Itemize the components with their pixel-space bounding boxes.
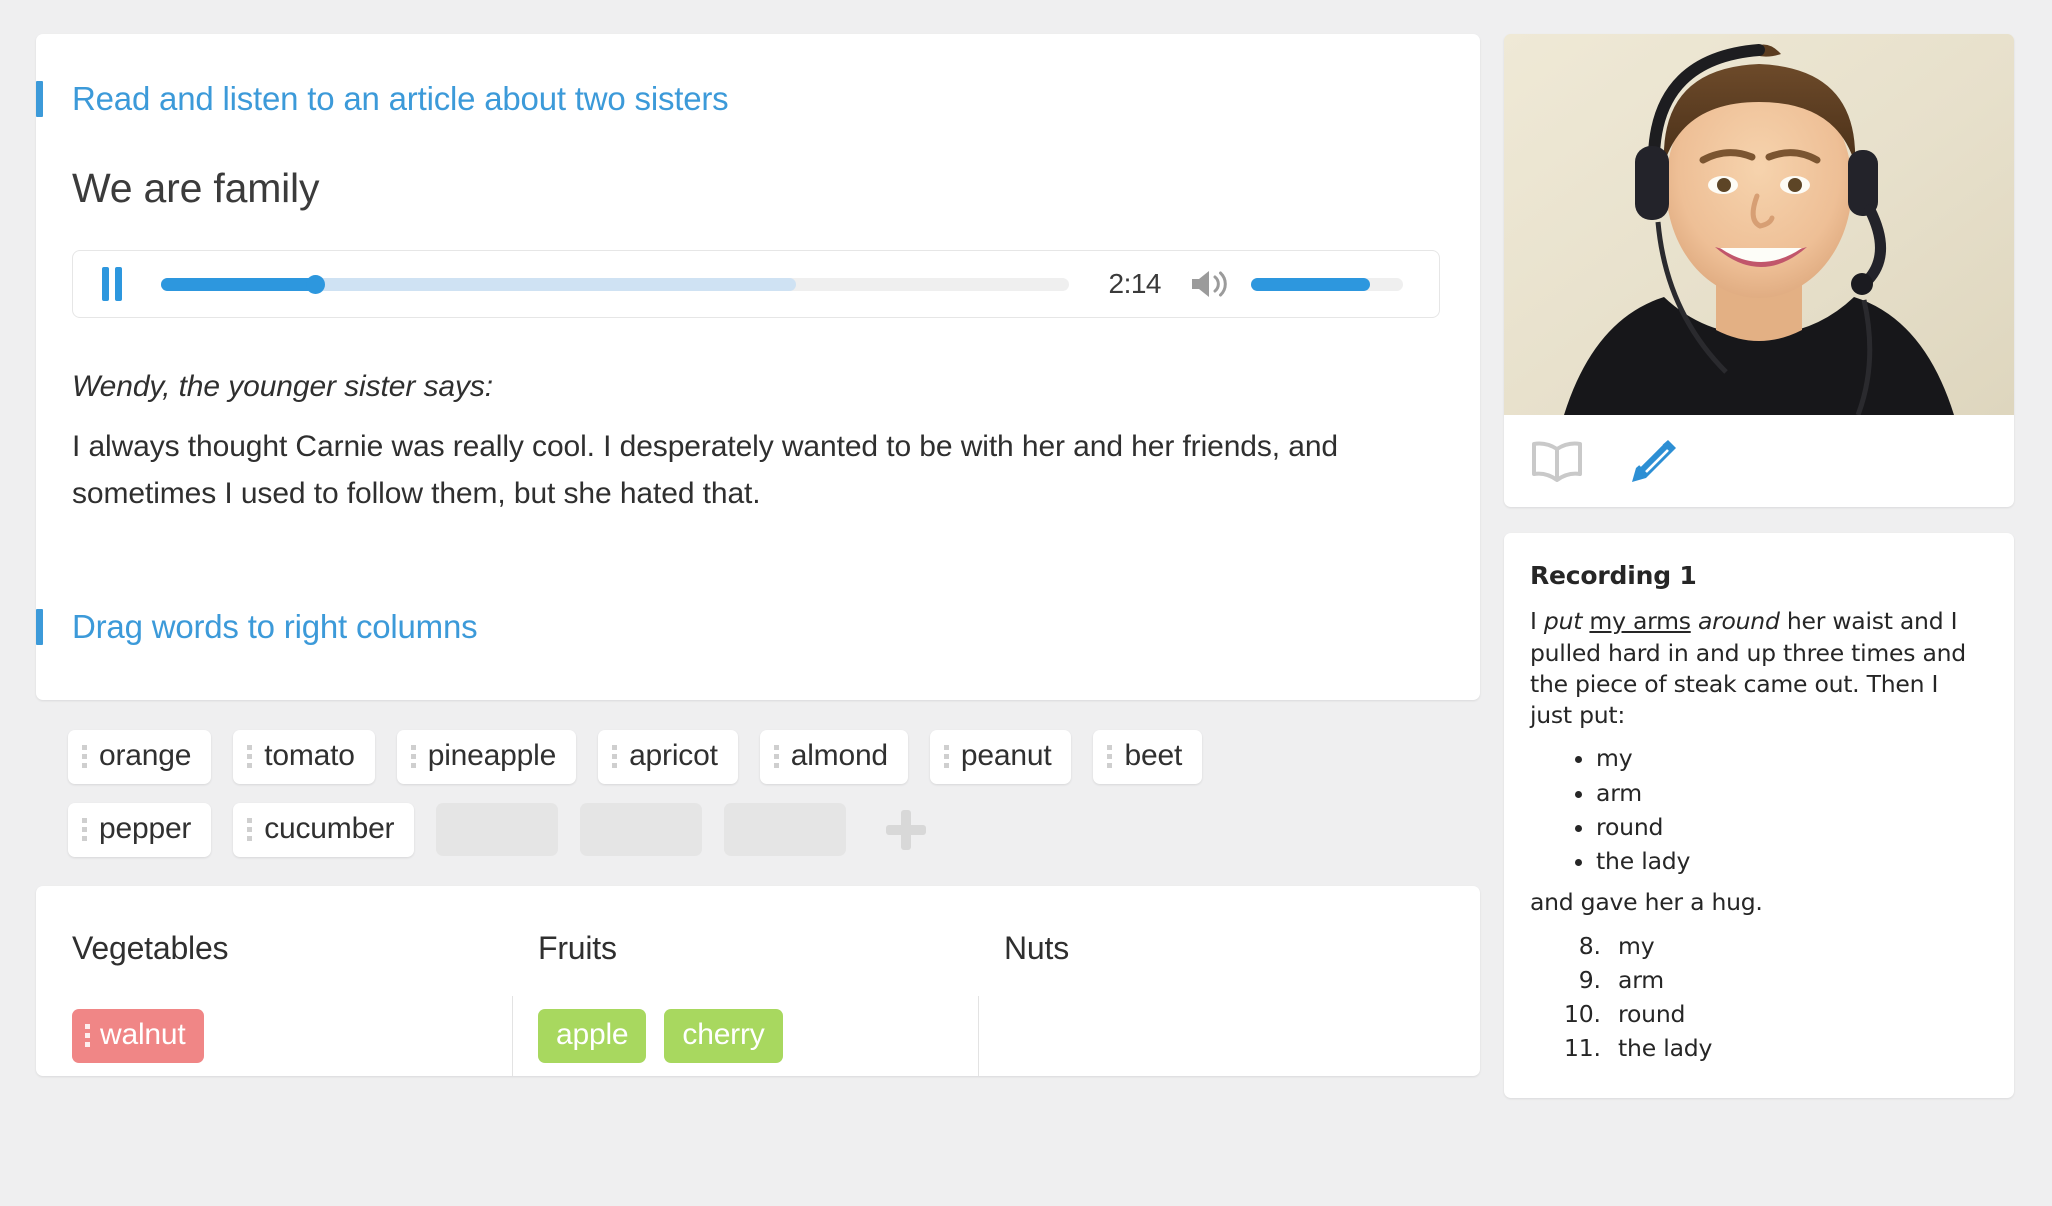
- word-chip[interactable]: apricot: [598, 729, 738, 784]
- audio-current-time: 2:14: [1108, 268, 1162, 299]
- article-section-heading: Read and listen to an article about two …: [36, 78, 1440, 120]
- recording-text-run: my arms: [1589, 607, 1691, 636]
- pause-icon[interactable]: [99, 263, 125, 305]
- teacher-webcam-video[interactable]: [1504, 34, 2014, 415]
- drag-handle-icon[interactable]: [247, 816, 253, 842]
- article-card: Read and listen to an article about two …: [36, 34, 1480, 700]
- drop-columns-grid: Vegetables walnut Fruits apple cherry Nuts: [72, 930, 1444, 1076]
- drag-handle-icon[interactable]: [410, 743, 416, 769]
- list-item: arm: [1608, 965, 1986, 996]
- volume-fill: [1251, 277, 1370, 291]
- recording-paragraph: I put my arms around her waist and I pul…: [1530, 606, 1986, 731]
- drag-handle-icon[interactable]: [943, 743, 949, 769]
- word-chip[interactable]: pineapple: [396, 729, 577, 784]
- drag-handle-icon[interactable]: [612, 743, 618, 769]
- recording-tail-text: and gave her a hug.: [1530, 888, 1763, 917]
- article-title: We are family: [72, 165, 320, 211]
- book-icon[interactable]: [1530, 440, 1584, 482]
- drop-column[interactable]: Fruits apple cherry: [512, 930, 978, 1076]
- word-chip-label: peanut: [960, 738, 1052, 772]
- volume-icon[interactable]: [1189, 267, 1229, 301]
- pencil-edit-icon[interactable]: [1628, 438, 1678, 484]
- recording-title: Recording 1: [1530, 561, 1697, 590]
- word-bank-row: orange tomato pineapple apricot almond peanut…: [68, 729, 1480, 784]
- empty-word-slot[interactable]: [436, 803, 559, 857]
- lesson-side-column: Recording 1 I put my arms around her wai…: [1504, 34, 2014, 1098]
- list-item: round: [1608, 999, 1986, 1030]
- drop-columns-card: Vegetables walnut Fruits apple cherry Nuts: [36, 885, 1480, 1076]
- recording-text-run: put: [1543, 607, 1583, 636]
- word-tag-correct[interactable]: cherry: [664, 1008, 783, 1063]
- word-bank: orange tomato pineapple apricot almond peanut…: [36, 700, 1480, 886]
- drag-section-heading: Drag words to right columns: [36, 606, 1440, 648]
- word-chip-label: tomato: [264, 738, 355, 772]
- audio-progress-fill: [161, 277, 316, 291]
- drop-column-title: Nuts: [1004, 929, 1069, 966]
- list-item: round: [1596, 812, 1986, 843]
- accent-bar-icon: [36, 81, 43, 117]
- word-chip-label: beet: [1124, 738, 1183, 772]
- word-chip-label: almond: [790, 738, 888, 772]
- plus-icon[interactable]: [878, 802, 934, 858]
- word-chip[interactable]: beet: [1093, 729, 1203, 784]
- audio-progress-slider[interactable]: [161, 274, 1069, 294]
- drop-column-items: apple cherry: [538, 1008, 960, 1063]
- accent-bar-icon: [36, 608, 43, 645]
- list-item: the lady: [1608, 1033, 1986, 1064]
- article-body-text: I always thought Carnie was really cool.…: [72, 430, 1339, 510]
- word-bank-row: pepper cucumber: [68, 802, 1480, 858]
- word-tag-incorrect[interactable]: walnut: [72, 1008, 204, 1063]
- recording-bullet-list: my armroundthe lady: [1596, 743, 1986, 877]
- list-item: the lady: [1596, 846, 1986, 877]
- drag-handle-icon[interactable]: [82, 816, 87, 842]
- empty-word-slot[interactable]: [724, 803, 847, 857]
- recording-text-run: [1691, 607, 1698, 635]
- video-card: [1504, 34, 2014, 507]
- audio-player: 2:14: [72, 250, 1440, 318]
- list-item: my: [1608, 931, 1986, 962]
- word-chip-label: cucumber: [264, 811, 395, 845]
- word-chip[interactable]: tomato: [233, 729, 375, 784]
- drag-handle-icon[interactable]: [247, 743, 253, 769]
- drag-handle-icon[interactable]: [773, 743, 779, 769]
- word-tag-correct[interactable]: apple: [538, 1008, 647, 1063]
- drag-handle-icon[interactable]: [85, 1022, 90, 1048]
- word-chip-label: apricot: [629, 738, 718, 772]
- word-chip[interactable]: almond: [759, 729, 908, 784]
- drag-heading-label: Drag words to right columns: [72, 607, 478, 645]
- drop-column[interactable]: Vegetables walnut: [72, 930, 512, 1076]
- list-item: my: [1596, 743, 1986, 774]
- recording-text-run: around: [1697, 607, 1780, 636]
- word-chip[interactable]: cucumber: [233, 802, 415, 857]
- word-chip[interactable]: orange: [68, 729, 212, 784]
- drop-column-title: Vegetables: [72, 929, 229, 966]
- audio-progress-thumb[interactable]: [306, 274, 326, 294]
- drag-handle-icon[interactable]: [1107, 743, 1113, 769]
- word-tag-label: cherry: [682, 1017, 765, 1051]
- list-item: arm: [1596, 778, 1986, 809]
- drop-column[interactable]: Nuts: [978, 930, 1444, 1076]
- word-chip-label: pineapple: [427, 738, 557, 772]
- recording-text-run: I: [1530, 607, 1544, 636]
- volume-slider[interactable]: [1251, 277, 1403, 291]
- word-chip[interactable]: peanut: [929, 729, 1072, 784]
- drop-column-items: walnut: [72, 1008, 494, 1063]
- recording-ordered-list: myarmroundthe lady: [1608, 931, 1986, 1065]
- drag-handle-icon[interactable]: [82, 743, 87, 769]
- lesson-page: Read and listen to an article about two …: [0, 0, 2052, 1206]
- recording-card: Recording 1 I put my arms around her wai…: [1504, 533, 2014, 1098]
- video-tools: [1504, 415, 2014, 507]
- word-chip[interactable]: pepper: [68, 802, 212, 857]
- speaker-attribution: Wendy, the younger sister says:: [72, 370, 493, 403]
- drop-column-title: Fruits: [538, 929, 617, 966]
- lesson-main-column: Read and listen to an article about two …: [36, 34, 1480, 1076]
- article-heading-label: Read and listen to an article about two …: [72, 80, 729, 117]
- word-tag-label: apple: [556, 1017, 629, 1051]
- word-chip-label: orange: [99, 738, 192, 772]
- word-tag-label: walnut: [100, 1017, 186, 1051]
- empty-word-slot[interactable]: [580, 803, 703, 857]
- word-chip-label: pepper: [99, 811, 192, 845]
